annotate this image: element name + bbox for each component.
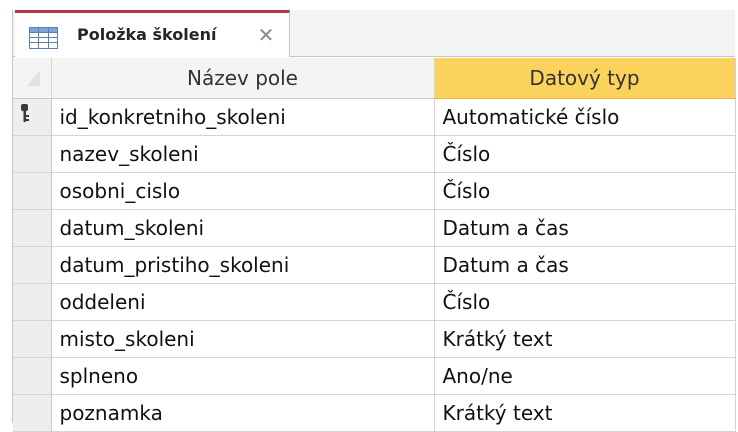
column-header-data-type[interactable]: Datový typ	[434, 58, 736, 99]
field-name-cell[interactable]: splneno	[51, 357, 435, 395]
corner-triangle-icon	[27, 70, 40, 86]
document-tab-title: Položka školení	[77, 25, 217, 44]
row-selector[interactable]	[13, 98, 52, 136]
data-type-cell[interactable]: Krátký text	[434, 320, 736, 358]
field-design-grid: Název pole Datový typ id_konkretniho_sko…	[13, 58, 736, 432]
data-type-cell[interactable]: Ano/ne	[434, 357, 736, 395]
data-type-cell[interactable]: Automatické číslo	[434, 98, 736, 136]
grid-header-row: Název pole Datový typ	[13, 58, 736, 99]
table-design-window: Položka školení ✕ Název pole Datový typ …	[12, 10, 736, 432]
data-type-cell[interactable]: Číslo	[434, 135, 736, 173]
field-name-cell[interactable]: misto_skoleni	[51, 320, 435, 358]
field-name-cell[interactable]: datum_pristiho_skoleni	[51, 246, 435, 284]
row-selector[interactable]	[13, 283, 52, 321]
field-name-cell[interactable]: osobni_cislo	[51, 172, 435, 210]
data-type-cell[interactable]: Číslo	[434, 172, 736, 210]
data-type-cell[interactable]: Krátký text	[434, 394, 736, 432]
data-type-cell[interactable]: Číslo	[434, 283, 736, 321]
primary-key-icon	[21, 103, 29, 122]
table-row[interactable]: nazev_skoleni Číslo	[13, 135, 736, 173]
table-row[interactable]: splneno Ano/ne	[13, 357, 736, 395]
row-selector[interactable]	[13, 135, 52, 173]
row-selector[interactable]	[13, 394, 52, 432]
document-tab[interactable]: Položka školení ✕	[15, 10, 290, 57]
table-row[interactable]: datum_skoleni Datum a čas	[13, 209, 736, 247]
column-header-field-name[interactable]: Název pole	[51, 58, 435, 99]
row-selector[interactable]	[13, 172, 52, 210]
row-selector[interactable]	[13, 357, 52, 395]
field-name-cell[interactable]: nazev_skoleni	[51, 135, 435, 173]
table-row[interactable]: misto_skoleni Krátký text	[13, 320, 736, 358]
table-row[interactable]: osobni_cislo Číslo	[13, 172, 736, 210]
table-icon	[29, 27, 58, 49]
select-all-corner[interactable]	[13, 58, 52, 99]
grid-body: id_konkretniho_skoleni Automatické číslo n…	[13, 98, 736, 432]
field-name-cell[interactable]: datum_skoleni	[51, 209, 435, 247]
table-row[interactable]: datum_pristiho_skoleni Datum a čas	[13, 246, 736, 284]
field-name-cell[interactable]: id_konkretniho_skoleni	[51, 98, 435, 136]
table-row[interactable]: oddeleni Číslo	[13, 283, 736, 321]
table-row[interactable]: id_konkretniho_skoleni Automatické číslo	[13, 98, 736, 136]
row-selector[interactable]	[13, 320, 52, 358]
close-icon[interactable]: ✕	[255, 24, 277, 46]
field-name-cell[interactable]: poznamka	[51, 394, 435, 432]
document-tab-strip: Položka školení ✕	[13, 10, 735, 57]
table-row[interactable]: poznamka Krátký text	[13, 394, 736, 432]
row-selector[interactable]	[13, 209, 52, 247]
row-selector[interactable]	[13, 246, 52, 284]
field-name-cell[interactable]: oddeleni	[51, 283, 435, 321]
data-type-cell[interactable]: Datum a čas	[434, 209, 736, 247]
data-type-cell[interactable]: Datum a čas	[434, 246, 736, 284]
